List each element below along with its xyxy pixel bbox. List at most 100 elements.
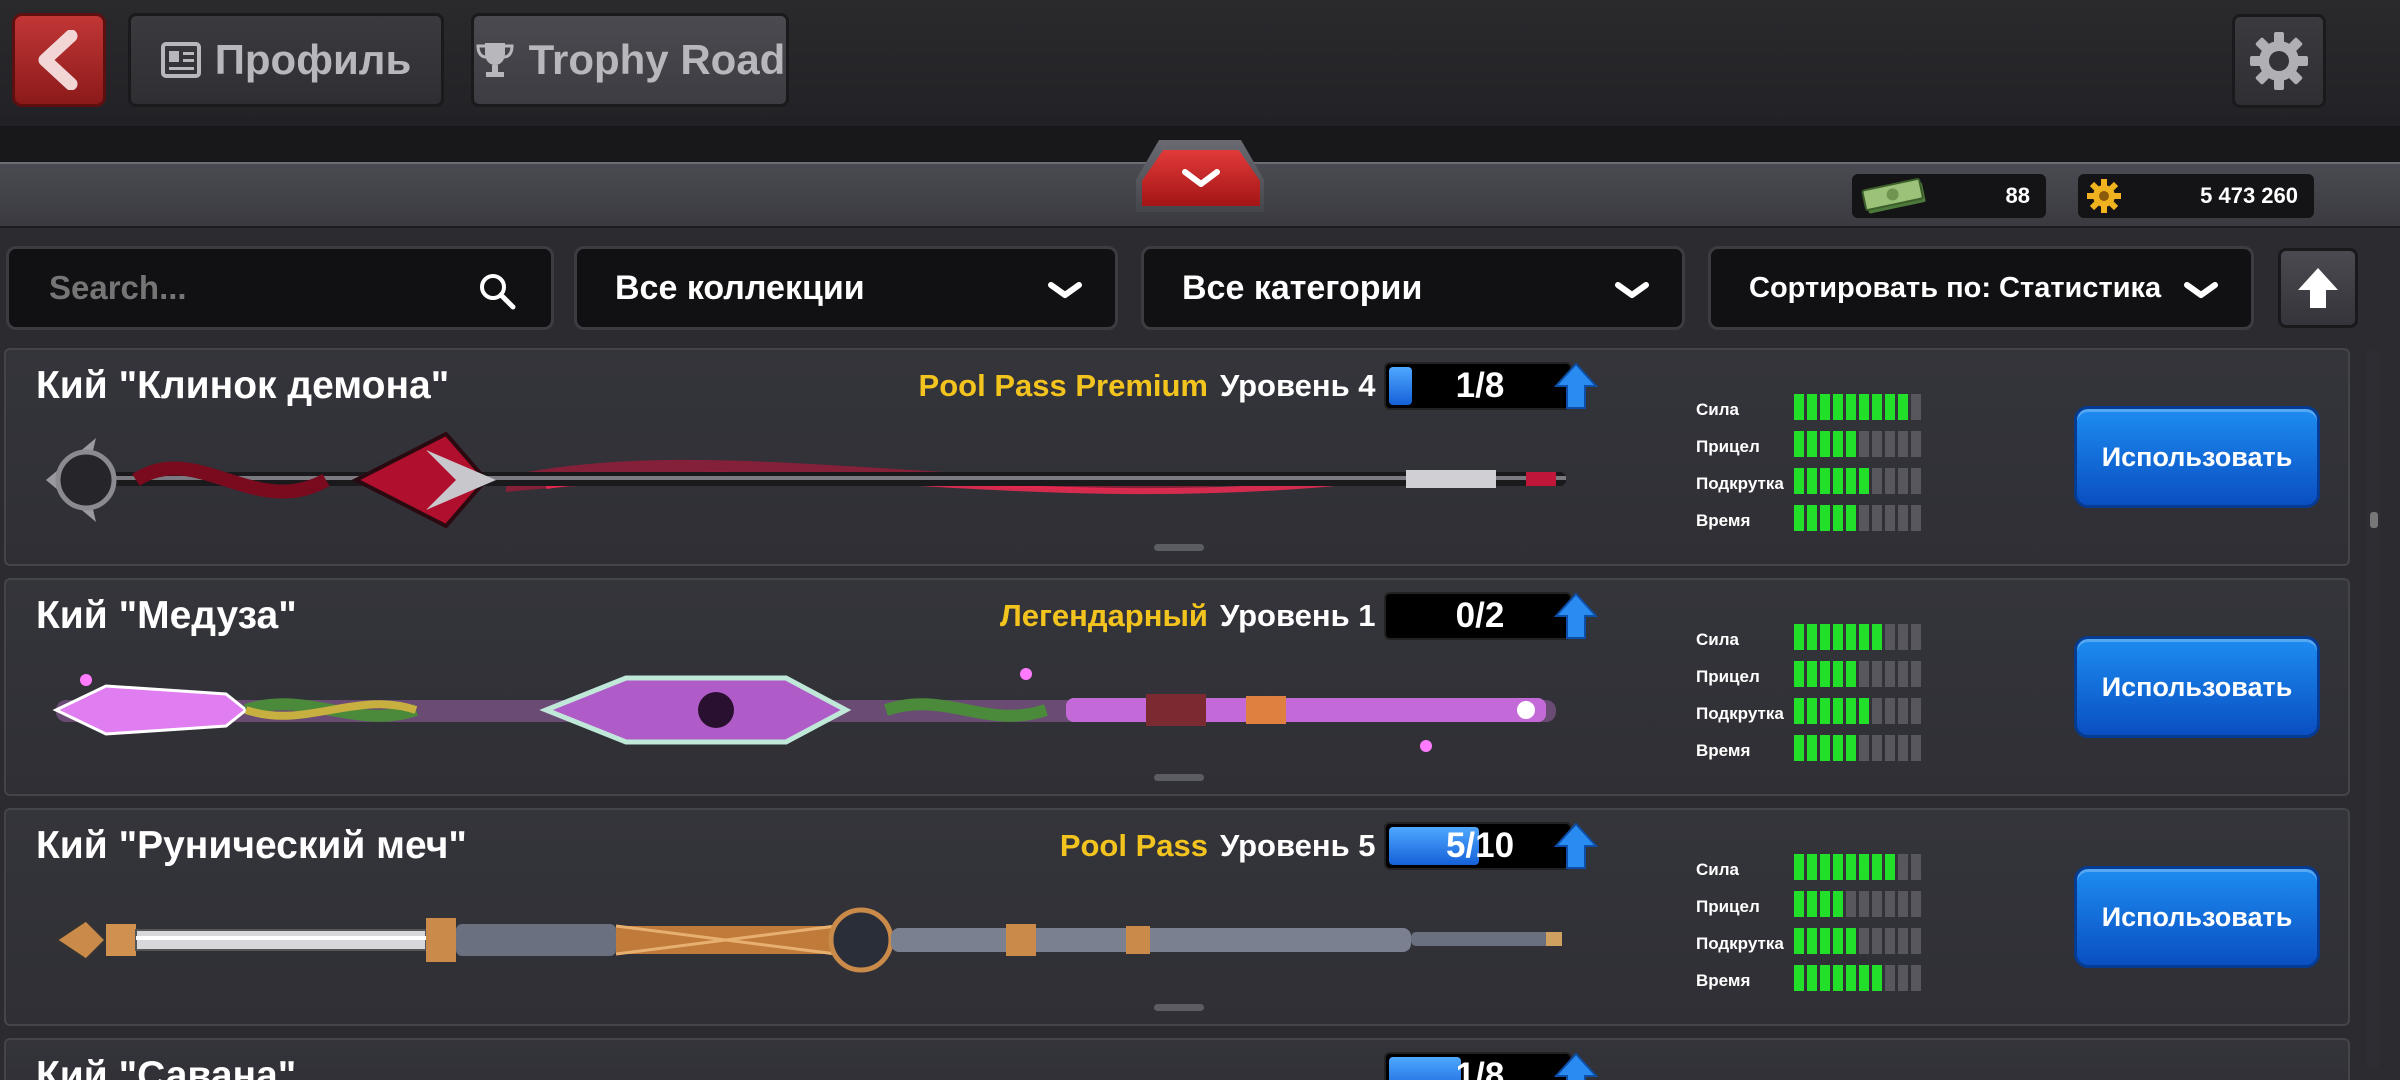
- tab-profile[interactable]: Профиль: [128, 13, 444, 107]
- tab-trophy-road[interactable]: Trophy Road: [471, 13, 789, 107]
- level-progress-text: 5/10: [1445, 826, 1515, 865]
- search-box[interactable]: [6, 246, 554, 330]
- stat-segment: [1833, 505, 1843, 531]
- stat-bar-power: [1794, 394, 1921, 420]
- stat-segment: [1807, 431, 1817, 457]
- top-bar: Профиль Trophy Road: [0, 0, 2400, 126]
- stat-segment: [1911, 735, 1921, 761]
- stat-bar-spin: [1794, 698, 1921, 724]
- stat-segment: [1794, 624, 1804, 650]
- stat-segment: [1833, 468, 1843, 494]
- upgrade-arrow-icon[interactable]: [1554, 1052, 1598, 1080]
- stat-segment: [1846, 698, 1856, 724]
- stat-segment: [1833, 891, 1843, 917]
- stat-segment: [1794, 505, 1804, 531]
- stat-segment: [1820, 854, 1830, 880]
- tab-profile-label: Профиль: [214, 36, 412, 83]
- use-cue-button[interactable]: Использовать: [2074, 406, 2320, 508]
- cue-card-partial[interactable]: Кий "Савана" 1/8: [4, 1038, 2350, 1080]
- stat-segment: [1885, 505, 1895, 531]
- use-cue-button[interactable]: Использовать: [2074, 866, 2320, 968]
- stat-segment: [1794, 468, 1804, 494]
- stat-label-aim: Прицел: [1696, 667, 1760, 686]
- stat-segment: [1794, 965, 1804, 991]
- cash-counter[interactable]: 88: [1852, 174, 2046, 218]
- stat-label-power: Сила: [1696, 860, 1739, 879]
- stat-bar-power: [1794, 854, 1921, 880]
- cue-stats: Сила Прицел Подкрутка Время: [1696, 624, 1936, 772]
- stat-segment: [1846, 505, 1856, 531]
- stat-segment: [1833, 735, 1843, 761]
- settings-button[interactable]: [2232, 14, 2326, 108]
- search-icon[interactable]: [477, 271, 517, 311]
- cue-stats: Сила Прицел Подкрутка Время: [1696, 854, 1936, 1002]
- search-input[interactable]: [49, 269, 469, 307]
- cue-stats: Сила Прицел Подкрутка Время: [1696, 394, 1936, 542]
- stat-segment: [1807, 928, 1817, 954]
- upgrade-arrow-icon[interactable]: [1554, 592, 1598, 640]
- stat-segment: [1898, 698, 1908, 724]
- cue-card-medusa[interactable]: Кий "Медуза" Легендарный Уровень 1 0/2 С…: [4, 578, 2350, 796]
- stat-segment: [1872, 698, 1882, 724]
- stat-segment: [1807, 661, 1817, 687]
- stat-segment: [1807, 624, 1817, 650]
- stat-segment: [1846, 928, 1856, 954]
- cue-card-demon-blade[interactable]: Кий "Клинок демона" Pool Pass Premium Ур…: [4, 348, 2350, 566]
- stat-segment: [1859, 624, 1869, 650]
- stat-segment: [1807, 891, 1817, 917]
- stat-segment: [1872, 431, 1882, 457]
- expand-handle[interactable]: [1154, 774, 1204, 781]
- stat-segment: [1885, 928, 1895, 954]
- stat-segment: [1885, 965, 1895, 991]
- sort-direction-button[interactable]: [2278, 248, 2358, 328]
- use-cue-button[interactable]: Использовать: [2074, 636, 2320, 738]
- coins-counter[interactable]: 5 473 260: [2078, 174, 2314, 218]
- cue-level: Уровень 1: [1220, 598, 1376, 633]
- list-scroll-thumb[interactable]: [2370, 512, 2378, 528]
- stat-segment: [1885, 394, 1895, 420]
- stat-label-time: Время: [1696, 511, 1751, 530]
- stat-bar-aim: [1794, 431, 1921, 457]
- stat-segment: [1911, 505, 1921, 531]
- stat-segment: [1807, 394, 1817, 420]
- expand-handle[interactable]: [1154, 544, 1204, 551]
- upgrade-arrow-icon[interactable]: [1554, 362, 1598, 410]
- stat-segment: [1833, 661, 1843, 687]
- coins-amount: 5 473 260: [2200, 183, 2298, 208]
- level-progress-bar: 1/8: [1384, 362, 1572, 410]
- stat-segment: [1885, 854, 1895, 880]
- stat-segment: [1807, 505, 1817, 531]
- cue-tier: Pool Pass: [1059, 828, 1208, 863]
- stat-segment: [1794, 698, 1804, 724]
- stat-segment: [1872, 965, 1882, 991]
- stat-segment: [1872, 854, 1882, 880]
- stat-segment: [1794, 431, 1804, 457]
- expand-handle[interactable]: [1154, 1004, 1204, 1011]
- stat-segment: [1820, 698, 1830, 724]
- stat-segment: [1898, 505, 1908, 531]
- categories-dropdown[interactable]: Все категории: [1141, 246, 1685, 330]
- stat-segment: [1794, 891, 1804, 917]
- gear-icon: [2250, 32, 2308, 90]
- back-button[interactable]: [12, 13, 106, 107]
- stat-segment: [1794, 394, 1804, 420]
- stat-segment: [1820, 624, 1830, 650]
- stat-label-aim: Прицел: [1696, 437, 1760, 456]
- list-scrollbar[interactable]: [2366, 350, 2380, 1070]
- sort-dropdown[interactable]: Сортировать по: Статистика: [1708, 246, 2254, 330]
- level-progress-bar: 5/10: [1384, 822, 1572, 870]
- collapse-button[interactable]: [1142, 150, 1260, 206]
- stat-bar-power: [1794, 624, 1921, 650]
- cue-card-runic-sword[interactable]: Кий "Рунический меч" Pool Pass Уровень 5…: [4, 808, 2350, 1026]
- stat-segment: [1859, 965, 1869, 991]
- stat-segment: [1898, 661, 1908, 687]
- chevron-down-icon: [2184, 282, 2218, 298]
- stat-segment: [1911, 661, 1921, 687]
- stat-segment: [1820, 505, 1830, 531]
- stat-segment: [1833, 928, 1843, 954]
- collections-dropdown[interactable]: Все коллекции: [574, 246, 1118, 330]
- stat-segment: [1898, 854, 1908, 880]
- upgrade-arrow-icon[interactable]: [1554, 822, 1598, 870]
- stat-segment: [1911, 854, 1921, 880]
- stat-segment: [1846, 854, 1856, 880]
